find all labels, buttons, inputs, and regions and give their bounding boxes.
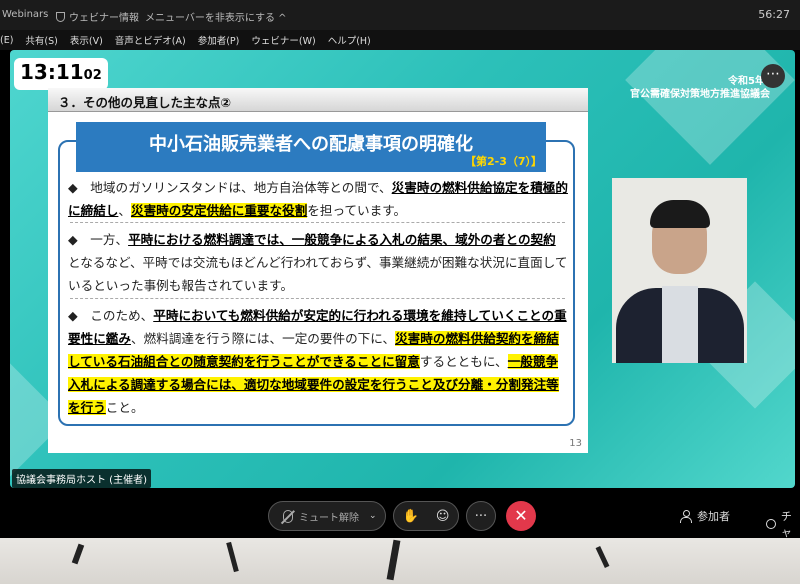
shield-icon (56, 11, 65, 22)
text: このため、 (77, 308, 154, 323)
wallpaper-shape (226, 541, 239, 573)
presentation-slide: ３．その他の見直した主な点② 中小石油販売業者への配慮事項の明確化 【第2-3（… (48, 88, 588, 453)
bullet: ◆ (68, 180, 78, 195)
menu-webinar[interactable]: ウェビナー(W) (251, 33, 315, 47)
hide-menubar-button[interactable]: メニューバーを非表示にする ^ (145, 9, 287, 24)
menu-edit[interactable]: (E) (0, 35, 13, 46)
chevron-down-icon[interactable]: ⌄ (369, 511, 377, 521)
raise-hand-icon[interactable]: ✋ (403, 509, 419, 524)
bullet: ◆ (68, 232, 78, 247)
divider (70, 298, 565, 299)
shared-screen: 13:1102 令和5年 官公需確保対策地方推進協議会 ⋯ ３．その他の見直した… (10, 50, 795, 488)
text: となるなど、平時では交流もほどんど行われておらず、事業継続が困難な状況に直面して… (68, 255, 568, 293)
menu-help[interactable]: ヘルプ(H) (328, 33, 371, 47)
text: 、燃料調達を行う際には、一定の要件の下に、 (130, 331, 396, 346)
unmute-button[interactable]: ミュート解除 ⌄ (268, 501, 386, 531)
wallpaper-shape (386, 539, 401, 581)
slide-paragraph-3: ◆ このため、平時においても燃料供給が安定的に行われる環境を維持していくことの重… (68, 304, 568, 419)
slide-paragraph-2: ◆ 一方、平時における燃料調達では、一般競争による入札の結果、域外の者との契約と… (68, 228, 568, 297)
app-name: Webinars (2, 9, 49, 20)
text: 、 (118, 203, 131, 218)
text: 地域のガソリンスタンドは、地方自治体等との間で、 (77, 180, 392, 195)
slide-header: ３．その他の見直した主な点② (48, 88, 588, 112)
unmute-label: ミュート解除 (299, 512, 359, 524)
text: こと。 (105, 400, 144, 415)
text: するとともに、 (419, 354, 508, 369)
bullet: ◆ (68, 308, 78, 323)
desktop-wallpaper (0, 538, 800, 584)
webinar-info-label: ウェビナー情報 (69, 13, 139, 24)
wallpaper-shape (595, 545, 610, 569)
speaker-hair (650, 200, 710, 228)
slide-paragraph-1: ◆ 地域のガソリンスタンドは、地方自治体等との間で、災害時の燃料供給協定を積極的… (68, 176, 568, 222)
org-name: 官公需確保対策地方推進協議会 (630, 89, 770, 100)
slide-page-number: 13 (569, 438, 582, 449)
more-dots-icon[interactable]: ⋯ (761, 64, 785, 88)
webinar-info-button[interactable]: ウェビナー情報 (56, 9, 139, 24)
participants-label: 参加者 (697, 510, 730, 523)
menu-bar: (E) 共有(S) 表示(V) 音声とビデオ(A) 参加者(P) ウェビナー(W… (0, 30, 800, 50)
slide-banner: 中小石油販売業者への配慮事項の明確化 【第2-3（7）】 (76, 122, 546, 172)
leave-button[interactable]: ✕ (506, 501, 536, 531)
divider (70, 222, 565, 223)
title-bar: Webinars ウェビナー情報 メニューバーを非表示にする ^ 56:27 (0, 0, 800, 30)
participants-button[interactable]: 参加者 (680, 508, 730, 524)
wallpaper-shape (71, 543, 85, 565)
slide-header-text: ３．その他の見直した主な点② (58, 95, 232, 110)
chat-button[interactable]: チャ (766, 508, 800, 540)
chat-bubble-icon (766, 519, 776, 529)
meeting-stage: 13:1102 令和5年 官公需確保対策地方推進協議会 ⋯ ３．その他の見直した… (0, 50, 800, 493)
more-options-button[interactable]: ··· (466, 501, 496, 531)
slide-reference: 【第2-3（7）】 (464, 155, 542, 168)
menu-audio-video[interactable]: 音声とビデオ(A) (115, 33, 186, 47)
timer-seconds: 02 (83, 68, 102, 83)
chat-label: チャ (780, 510, 792, 539)
emoji-icon[interactable]: ☺ (436, 509, 450, 524)
speaker-shirt (662, 286, 698, 363)
reactions-group: ✋ ☺ (393, 501, 459, 531)
menu-share[interactable]: 共有(S) (25, 33, 57, 47)
text: を担っています。 (307, 203, 407, 218)
menu-view[interactable]: 表示(V) (70, 33, 103, 47)
text: 一方、 (77, 232, 129, 247)
menu-participants[interactable]: 参加者(P) (198, 33, 240, 47)
person-icon (680, 510, 692, 523)
highlighted-text: 災害時の安定供給に重要な役割 (130, 203, 308, 218)
elapsed-time: 56:27 (758, 8, 790, 21)
speaker-video[interactable] (612, 178, 747, 363)
mic-off-icon (283, 509, 293, 523)
timer-main: 13:11 (20, 60, 84, 84)
presentation-timer: 13:1102 (14, 58, 108, 90)
underlined-text: 平時における燃料調達では、一般競争による入札の結果、域外の者との契約 (128, 232, 556, 247)
meeting-controls: ミュート解除 ⌄ ✋ ☺ ··· ✕ 参加者 チャ (0, 493, 800, 540)
host-name-label: 協議会事務局ホスト (主催者) (12, 469, 151, 488)
